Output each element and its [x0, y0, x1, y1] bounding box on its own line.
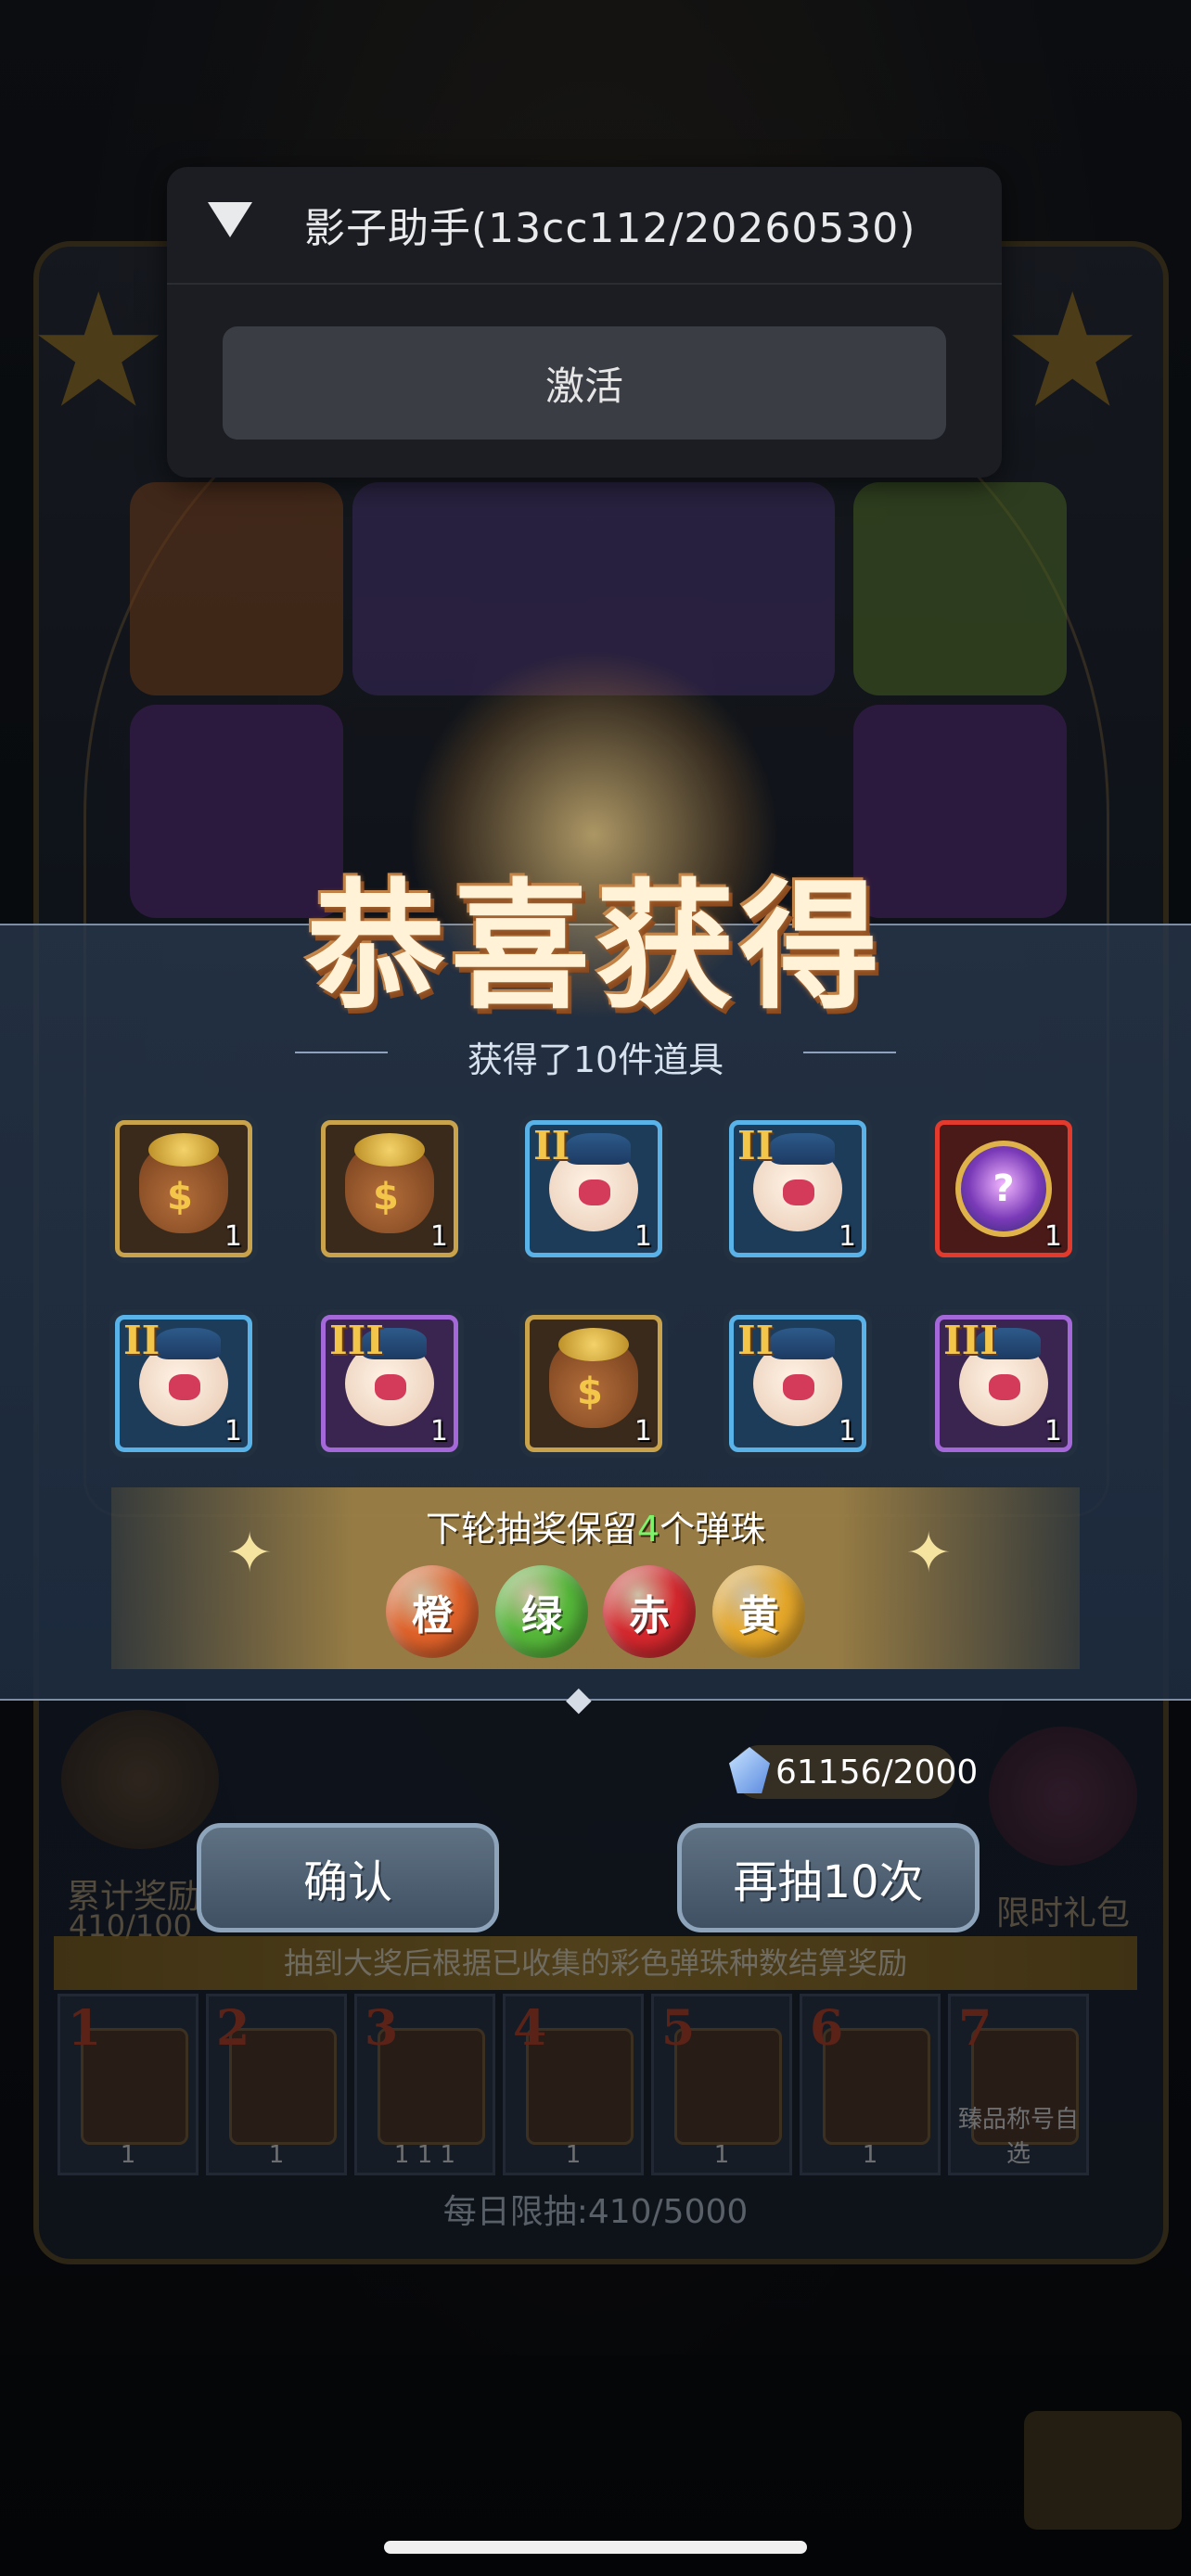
reward-item[interactable]: $1	[315, 1115, 464, 1263]
item-quantity: 1	[634, 1415, 652, 1447]
marble-badge: 绿	[495, 1565, 588, 1658]
item-quantity: 1	[224, 1220, 242, 1253]
reward-item-frame: II 1	[525, 1120, 662, 1257]
helper-header[interactable]: 影子助手(13cc112/20260530)	[167, 167, 1002, 285]
reward-item-frame: $1	[321, 1120, 458, 1257]
reward-item[interactable]: III 1	[315, 1309, 464, 1458]
reward-subtitle: 获得了10件道具	[467, 1039, 724, 1080]
rank-badge: II	[737, 1318, 775, 1363]
reward-item-frame: III 1	[935, 1315, 1072, 1452]
item-quantity: 1	[1044, 1220, 1062, 1253]
item-quantity: 1	[838, 1220, 856, 1253]
reward-item-frame: III 1	[321, 1315, 458, 1452]
marble-badge: 橙	[386, 1565, 479, 1658]
reward-item[interactable]: II 1	[109, 1309, 258, 1458]
medal-icon: ?	[955, 1141, 1052, 1237]
collapse-triangle-icon[interactable]	[208, 202, 252, 237]
retain-suffix: 个弹珠	[660, 1509, 766, 1549]
shadow-helper-popup: 影子助手(13cc112/20260530) 激活	[167, 167, 1002, 478]
item-quantity: 1	[1044, 1415, 1062, 1447]
draw-ten-again-button[interactable]: 再抽10次	[677, 1823, 980, 1932]
reward-item-frame: II 1	[729, 1315, 866, 1452]
coin-bag-icon: $	[139, 1133, 228, 1233]
reward-item-frame: ? 1	[935, 1120, 1072, 1257]
rank-badge: III	[943, 1318, 998, 1363]
reward-item-frame: II 1	[115, 1315, 252, 1452]
rank-badge: II	[737, 1123, 775, 1168]
reward-item-frame: II 1	[729, 1120, 866, 1257]
rank-badge: II	[123, 1318, 160, 1363]
retain-count: 4	[636, 1509, 660, 1549]
item-quantity: 1	[838, 1415, 856, 1447]
reward-item[interactable]: $1	[519, 1309, 668, 1458]
retain-prefix: 下轮抽奖保留	[425, 1509, 637, 1549]
item-quantity: 1	[224, 1415, 242, 1447]
marble-badge: 黄	[712, 1565, 805, 1658]
item-quantity: 1	[429, 1415, 448, 1447]
item-quantity: 1	[429, 1220, 448, 1253]
rank-badge: III	[329, 1318, 384, 1363]
marble-retain-text: 下轮抽奖保留4个弹珠	[0, 1500, 1191, 1551]
helper-title: 影子助手(13cc112/20260530)	[304, 205, 916, 252]
divider-diamond-icon: ◆	[566, 1680, 592, 1718]
reward-item[interactable]: II 1	[519, 1115, 668, 1263]
activate-button[interactable]: 激活	[223, 326, 946, 440]
reward-title: 恭喜获得	[305, 865, 885, 1028]
home-indicator[interactable]	[384, 2541, 807, 2554]
reward-item[interactable]: III 1	[929, 1309, 1078, 1458]
reward-item[interactable]: ? 1	[929, 1115, 1078, 1263]
reward-item-frame: $1	[525, 1315, 662, 1452]
reward-item[interactable]: II 1	[724, 1115, 872, 1263]
reward-item[interactable]: $1	[109, 1115, 258, 1263]
rank-badge: II	[533, 1123, 570, 1168]
marble-badge: 赤	[603, 1565, 696, 1658]
coin-bag-icon: $	[549, 1328, 638, 1428]
item-quantity: 1	[634, 1220, 652, 1253]
confirm-button[interactable]: 确认	[197, 1823, 499, 1932]
reward-item[interactable]: II 1	[724, 1309, 872, 1458]
reward-item-frame: $1	[115, 1120, 252, 1257]
coin-bag-icon: $	[345, 1133, 434, 1233]
